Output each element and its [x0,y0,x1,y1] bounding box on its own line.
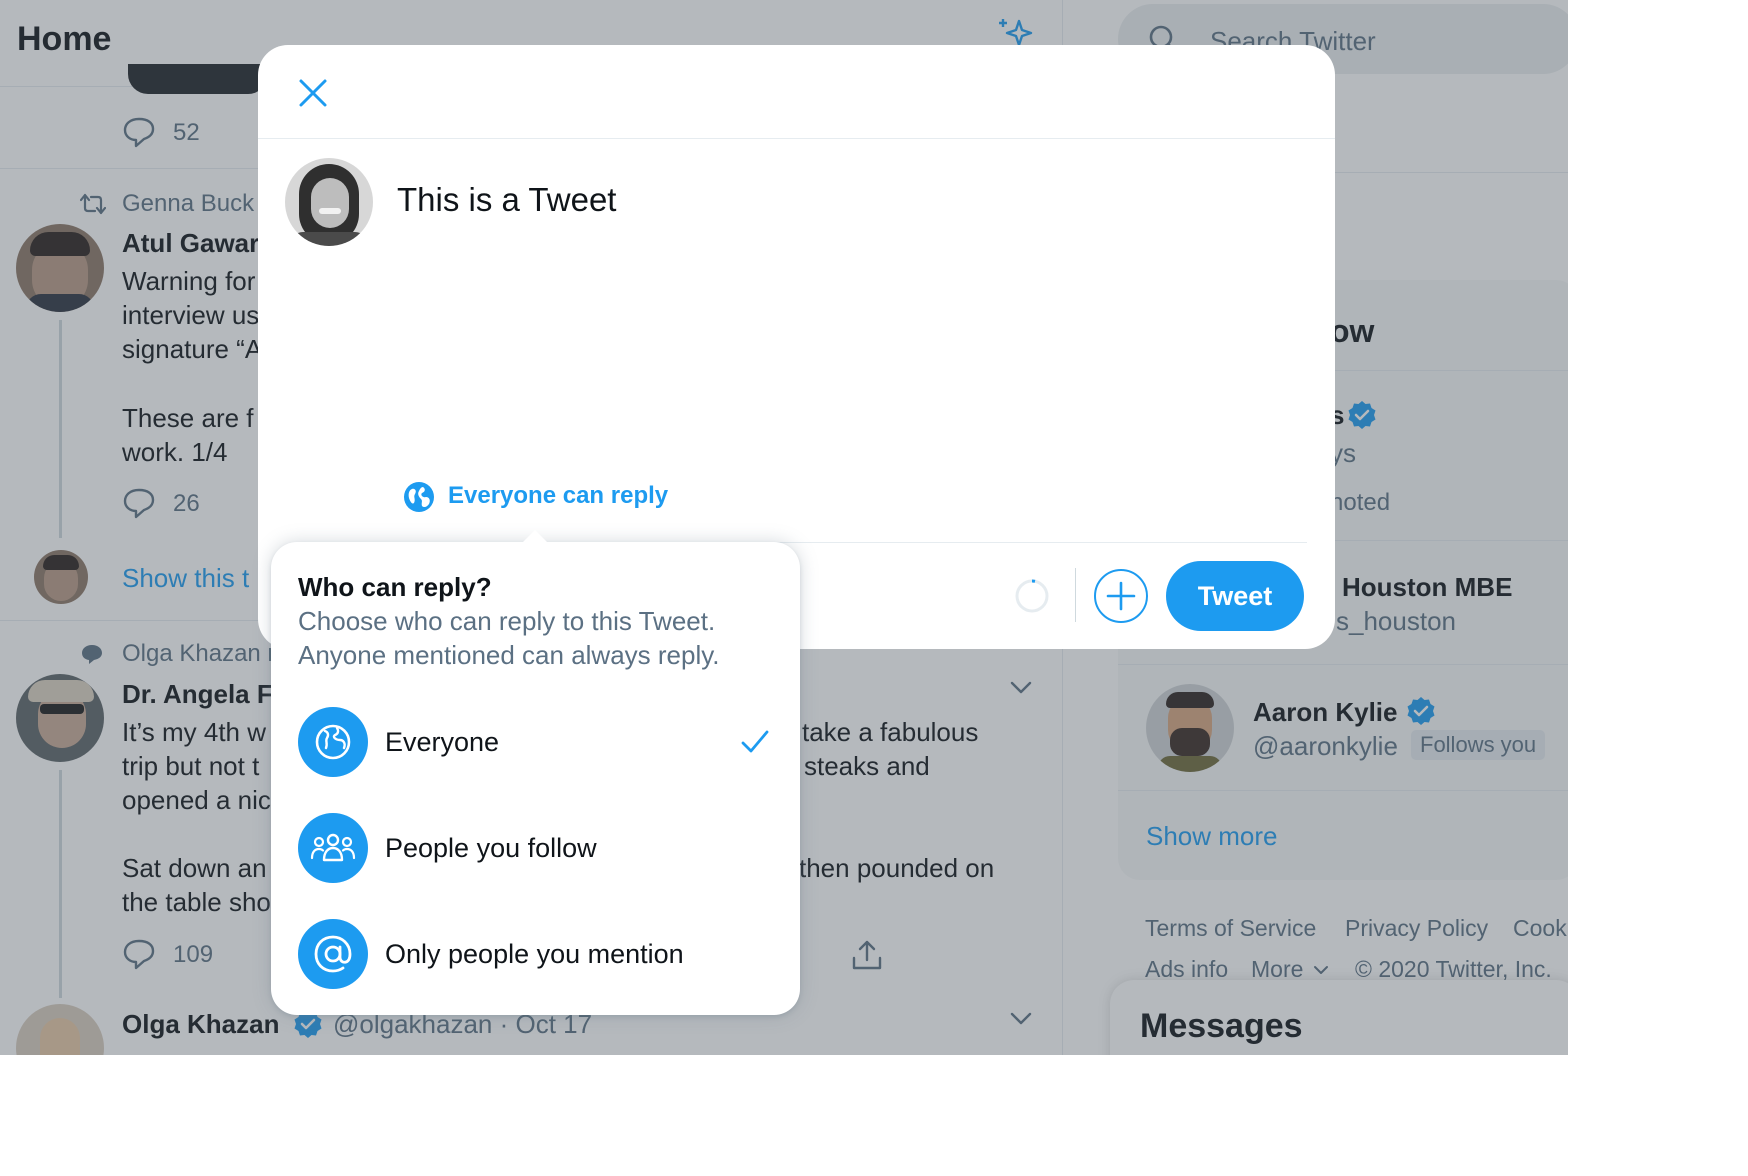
toolbar-divider [1075,568,1076,622]
modal-header-divider [258,138,1335,139]
globe-icon [298,707,368,777]
popover-description: Choose who can reply to this Tweet. [298,606,716,636]
reply-settings-label: Everyone can reply [448,482,669,509]
reply-option-label: Everyone [385,727,500,757]
reply-option-label: People you follow [385,833,597,863]
popover-description: Anyone mentioned can always reply. [298,640,720,670]
close-icon[interactable] [298,78,328,108]
reply-option-everyone[interactable]: Everyone [271,692,800,792]
reply-option-people-you-follow[interactable]: People you follow [271,798,800,898]
avatar[interactable] [285,158,373,246]
reply-option-only-people-you-mention[interactable]: Only people you mention [271,904,800,1004]
globe-icon [404,482,434,512]
people-icon [298,813,368,883]
popover-caret [522,530,548,543]
checkmark-icon [741,730,769,753]
character-counter-icon [1015,579,1049,613]
tweet-text-input[interactable]: This is a Tweet [397,181,616,219]
add-tweet-icon[interactable] [1093,568,1149,624]
popover-title: Who can reply? [298,572,492,602]
who-can-reply-popover: Who can reply? Choose who can reply to t… [271,542,800,1015]
tweet-button[interactable]: Tweet [1166,561,1304,631]
at-sign-icon [298,919,368,989]
reply-option-label: Only people you mention [385,939,684,969]
